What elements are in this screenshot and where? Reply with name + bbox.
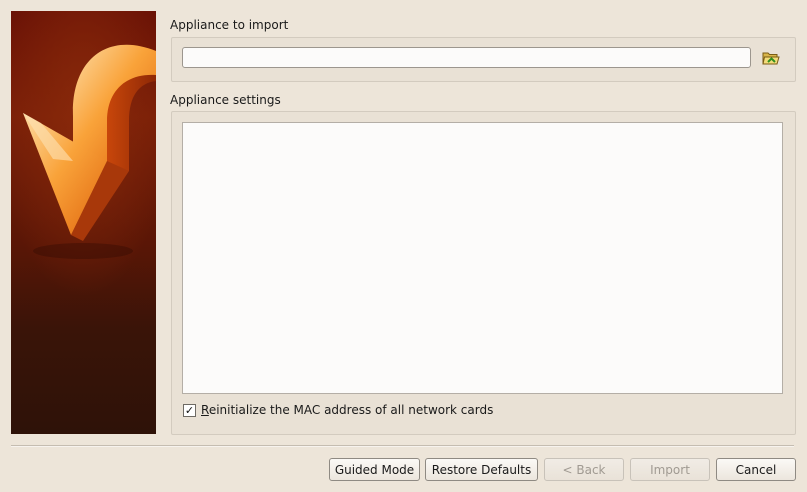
button-separator — [11, 445, 794, 447]
wizard-banner — [11, 11, 156, 434]
reinit-mac-label[interactable]: Reinitialize the MAC address of all netw… — [201, 403, 493, 417]
appliance-path-input[interactable] — [182, 47, 751, 68]
folder-open-icon[interactable] — [762, 49, 780, 67]
import-appliance-wizard: Appliance to import Appliance settings ✓… — [0, 0, 807, 492]
import-arrow-icon — [11, 11, 156, 311]
back-button[interactable]: < Back — [544, 458, 624, 481]
import-label: Import — [650, 462, 690, 477]
restore-defaults-label: Restore Defaults — [431, 462, 532, 477]
reinit-mac-checkbox[interactable]: ✓ — [183, 404, 196, 417]
appliance-settings-tree[interactable] — [182, 122, 783, 394]
reinit-mac-label-rest: einitialize the MAC address of all netwo… — [208, 403, 494, 417]
appliance-settings-title: Appliance settings — [170, 93, 281, 107]
appliance-to-import-title: Appliance to import — [170, 18, 289, 32]
back-label: < Back — [562, 462, 606, 477]
restore-defaults-button[interactable]: Restore Defaults — [425, 458, 538, 481]
import-button[interactable]: Import — [630, 458, 710, 481]
guided-mode-label: Guided Mode — [334, 462, 415, 477]
reinit-mac-mnemonic: R — [201, 403, 209, 417]
cancel-label: Cancel — [735, 462, 777, 477]
cancel-button[interactable]: Cancel — [716, 458, 796, 481]
guided-mode-button[interactable]: Guided Mode — [329, 458, 420, 481]
